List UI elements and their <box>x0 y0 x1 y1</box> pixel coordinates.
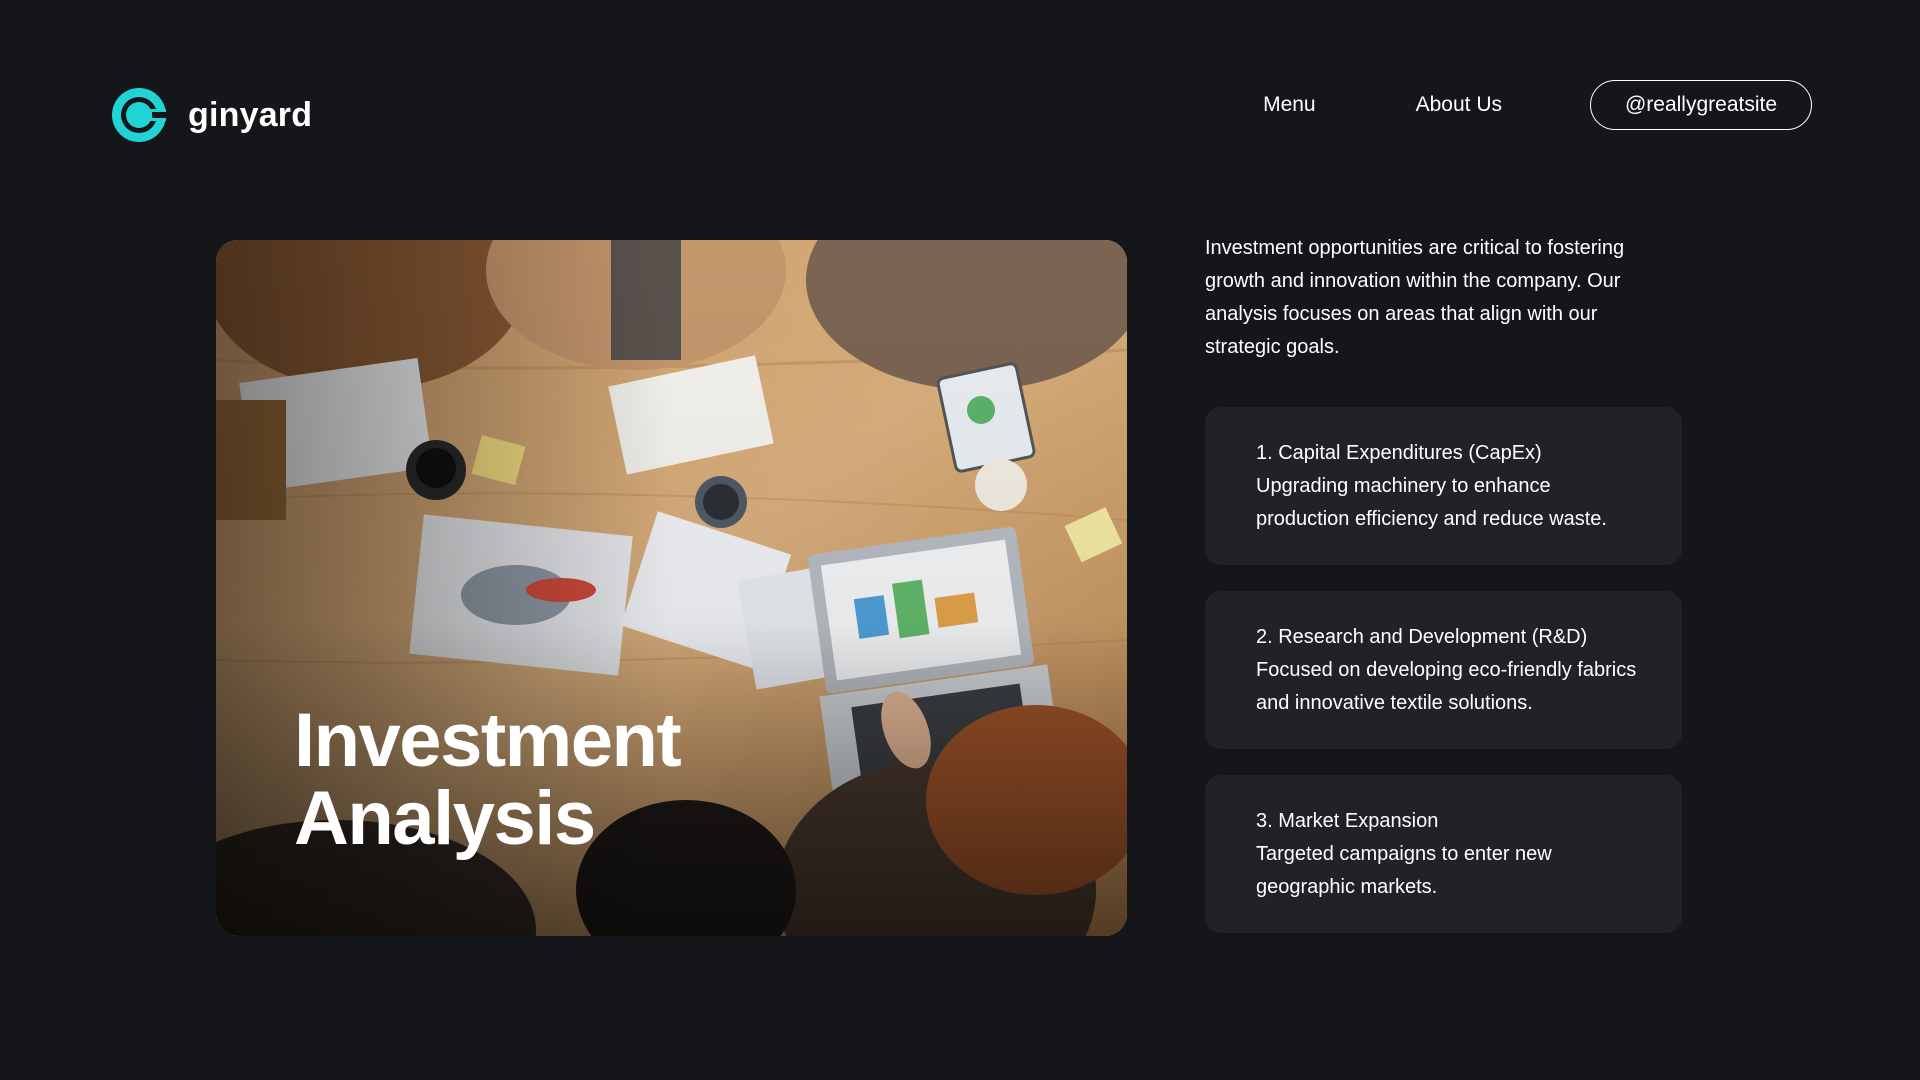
investment-item-card: 1. Capital Expenditures (CapEx) Upgradin… <box>1205 407 1682 565</box>
investment-item-card: 2. Research and Development (R&D) Focuse… <box>1205 591 1682 749</box>
item-body: Focused on developing eco-friendly fabri… <box>1256 658 1637 714</box>
item-body: Targeted campaigns to enter new geograph… <box>1256 842 1552 898</box>
nav-menu-link[interactable]: Menu <box>1263 93 1316 117</box>
slide-page: ginyard Menu About Us @reallygreatsite I… <box>0 0 1920 1080</box>
item-heading: 1. Capital Expenditures (CapEx) <box>1256 441 1542 464</box>
brand-logo[interactable]: ginyard <box>112 88 312 142</box>
hero-title-line-1: Investment <box>294 698 682 783</box>
nav-about-link[interactable]: About Us <box>1416 93 1502 117</box>
item-body: Upgrading machinery to enhance productio… <box>1256 474 1607 530</box>
item-heading: 2. Research and Development (R&D) <box>1256 625 1588 648</box>
hero-title-line-2: Analysis <box>294 776 596 861</box>
website-handle-button[interactable]: @reallygreatsite <box>1590 80 1812 130</box>
top-nav: Menu About Us @reallygreatsite <box>1263 80 1812 130</box>
hero-image-card: Investment Analysis <box>216 240 1127 936</box>
logo-icon <box>112 88 166 142</box>
hero-title: Investment Analysis <box>294 698 682 861</box>
intro-paragraph: Investment opportunities are critical to… <box>1205 237 1625 358</box>
item-heading: 3. Market Expansion <box>1256 809 1439 832</box>
investment-item-card: 3. Market Expansion Targeted campaigns t… <box>1205 775 1682 933</box>
brand-name: ginyard <box>188 95 313 134</box>
